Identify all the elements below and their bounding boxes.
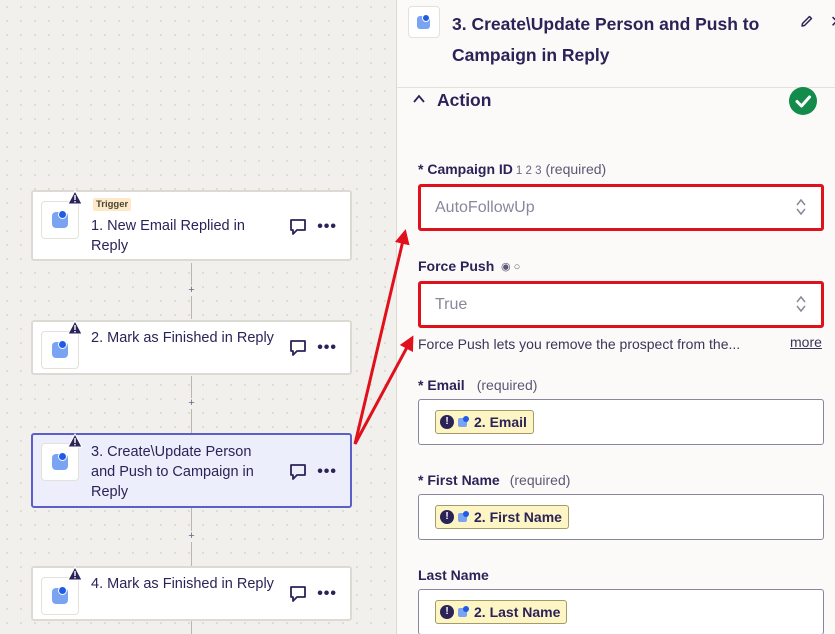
comment-icon[interactable] <box>289 218 307 236</box>
token-label: 2. First Name <box>474 509 562 525</box>
first-name-field[interactable]: ! 2. First Name <box>418 494 824 540</box>
comment-icon[interactable] <box>289 585 307 603</box>
mapped-token[interactable]: ! 2. Email <box>435 410 534 434</box>
step-title: 1. New Email Replied in Reply <box>91 218 245 254</box>
more-link[interactable]: more <box>790 334 822 350</box>
warning-icon <box>67 190 83 205</box>
force-push-label: Force Push <box>418 258 494 274</box>
email-label: * Email (required) <box>418 377 537 393</box>
mapped-token[interactable]: ! 2. Last Name <box>435 600 568 624</box>
more-icon[interactable]: ••• <box>317 219 337 235</box>
select-value: True <box>435 296 468 313</box>
check-icon <box>789 87 817 115</box>
force-push-select[interactable]: True <box>418 281 824 328</box>
panel-title[interactable]: 3. Create\Update Person and Push to Camp… <box>452 9 797 71</box>
radio-toggle[interactable]: ◉ ○ <box>501 260 520 273</box>
step-card-1[interactable]: Trigger 1. New Email Replied in Reply ••… <box>31 190 352 261</box>
label-text: * Campaign ID <box>418 161 513 177</box>
updown-icon <box>796 198 806 216</box>
label-text: Last Name <box>418 567 489 583</box>
comment-icon[interactable] <box>289 339 307 357</box>
app-icon <box>458 416 470 428</box>
app-icon <box>41 201 79 239</box>
token-label: 2. Last Name <box>474 604 561 620</box>
required-text: (required) <box>509 472 571 488</box>
more-icon[interactable]: ••• <box>317 340 337 356</box>
workflow-canvas[interactable]: + + + Trigger 1. New Email Replied in Re… <box>0 0 396 634</box>
step-title: 4. Mark as Finished in Reply <box>91 576 274 592</box>
panel-header: 3. Create\Update Person and Push to Camp… <box>397 0 835 88</box>
label-text: * First Name <box>418 472 500 488</box>
trigger-badge: Trigger <box>93 198 132 211</box>
comment-icon[interactable] <box>289 463 307 481</box>
step-card-4[interactable]: 4. Mark as Finished in Reply ••• <box>31 566 352 621</box>
section-title: Action <box>437 90 492 110</box>
select-value: AutoFollowUp <box>435 199 535 216</box>
label-text: Force Push <box>418 258 495 274</box>
add-step-plus[interactable]: + <box>186 398 197 409</box>
step-card-3[interactable]: 3. Create\Update Person and Push to Camp… <box>31 433 352 508</box>
chevron-up-icon[interactable] <box>412 92 426 106</box>
app-icon <box>458 511 470 523</box>
token-label: 2. Email <box>474 414 527 430</box>
app-icon <box>41 331 79 369</box>
first-name-label: * First Name (required) <box>418 472 570 488</box>
action-section-header[interactable]: Action <box>397 87 835 118</box>
warning-icon <box>67 433 83 448</box>
type-hint: 1 2 3 <box>515 165 542 177</box>
close-icon[interactable]: ✕ <box>830 12 835 32</box>
required-text: (required) <box>545 161 607 177</box>
required-text: (required) <box>476 377 538 393</box>
step-title: 3. Create\Update Person and Push to Camp… <box>91 444 254 500</box>
campaign-id-label: * Campaign ID 1 2 3 (required) <box>418 161 606 177</box>
add-step-plus[interactable]: + <box>186 531 197 542</box>
step-title: 2. Mark as Finished in Reply <box>91 330 274 346</box>
alert-icon: ! <box>440 605 454 619</box>
campaign-id-select[interactable]: AutoFollowUp <box>418 184 824 231</box>
updown-icon <box>796 295 806 313</box>
label-text: * Email <box>418 377 465 393</box>
step-editor-panel: 3. Create\Update Person and Push to Camp… <box>396 0 835 634</box>
app-icon <box>41 577 79 615</box>
pencil-icon[interactable] <box>800 14 814 28</box>
force-push-help: Force Push lets you remove the prospect … <box>418 336 741 352</box>
last-name-label: Last Name <box>418 567 489 583</box>
add-step-plus[interactable]: + <box>186 285 197 296</box>
alert-icon: ! <box>440 415 454 429</box>
alert-icon: ! <box>440 510 454 524</box>
connector-line <box>191 621 192 634</box>
more-icon[interactable]: ••• <box>317 586 337 602</box>
more-icon[interactable]: ••• <box>317 464 337 480</box>
warning-icon <box>67 566 83 581</box>
step-card-2[interactable]: 2. Mark as Finished in Reply ••• <box>31 320 352 375</box>
email-field[interactable]: ! 2. Email <box>418 399 824 445</box>
last-name-field[interactable]: ! 2. Last Name <box>418 589 824 634</box>
warning-icon <box>67 320 83 335</box>
mapped-token[interactable]: ! 2. First Name <box>435 505 569 529</box>
app-icon <box>458 606 470 618</box>
app-icon <box>408 6 440 38</box>
